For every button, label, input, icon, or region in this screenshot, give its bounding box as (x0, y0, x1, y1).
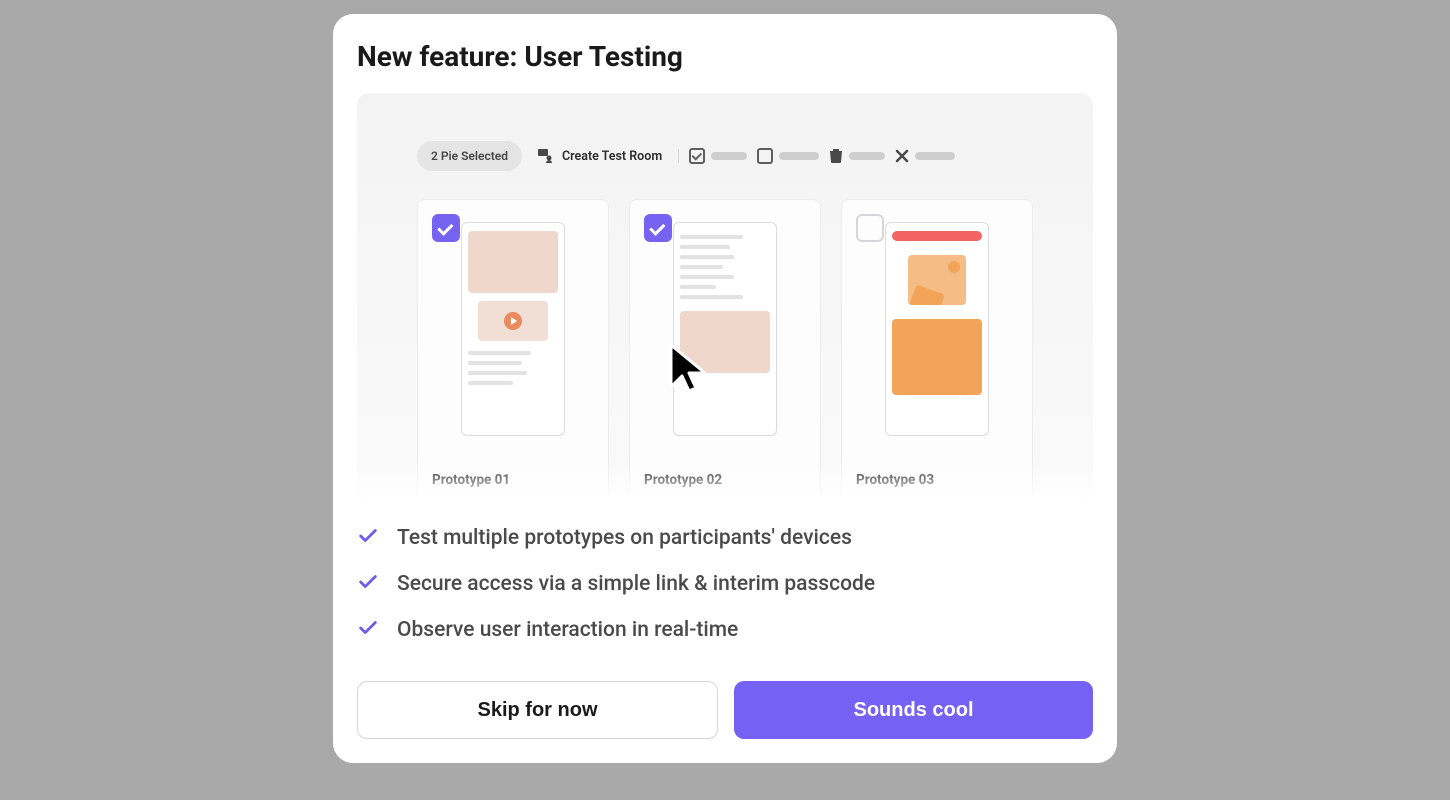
confirm-button[interactable]: Sounds cool (734, 681, 1093, 739)
trash-icon (829, 148, 843, 164)
close-icon (895, 149, 909, 163)
feature-bullet: Secure access via a simple link & interi… (357, 571, 1093, 597)
checkbox-checked-icon (689, 148, 705, 164)
card-checkbox-icon (856, 214, 884, 242)
feature-bullet-text: Secure access via a simple link & interi… (397, 572, 875, 596)
feature-bullet-list: Test multiple prototypes on participants… (357, 525, 1093, 643)
illustration-panel: 2 Pie Selected Create Test Room (357, 93, 1093, 501)
create-test-room-action: Create Test Room (532, 149, 668, 164)
placeholder-bar (915, 152, 955, 160)
skip-button[interactable]: Skip for now (357, 681, 718, 739)
prototype-preview (842, 200, 1032, 456)
prototype-card-1: Prototype 01 (417, 199, 609, 501)
card-checkbox-selected-icon (432, 214, 460, 242)
toolbar-ghost-checked (689, 148, 747, 164)
feature-announcement-modal: New feature: User Testing 2 Pie Selected… (333, 14, 1117, 763)
placeholder-bar (849, 152, 885, 160)
illustration-fade (357, 461, 1093, 501)
check-icon (357, 617, 379, 643)
feature-bullet-text: Test multiple prototypes on participants… (397, 526, 852, 550)
checkbox-icon (757, 148, 773, 164)
placeholder-bar (779, 152, 819, 160)
prototype-canvas (461, 222, 565, 436)
feature-bullet: Test multiple prototypes on participants… (357, 525, 1093, 551)
modal-actions: Skip for now Sounds cool (357, 681, 1093, 739)
prototype-card-2: Prototype 02 (629, 199, 821, 501)
prototype-preview (418, 200, 608, 456)
prototype-canvas (885, 222, 989, 436)
prototype-canvas (673, 222, 777, 436)
create-test-room-label: Create Test Room (562, 149, 662, 164)
modal-title: New feature: User Testing (357, 40, 1093, 73)
presenter-icon (538, 149, 556, 163)
toolbar-divider (678, 149, 679, 163)
feature-bullet: Observe user interaction in real-time (357, 617, 1093, 643)
check-icon (357, 571, 379, 597)
prototype-card-3: Prototype 03 (841, 199, 1033, 501)
card-checkbox-selected-icon (644, 214, 672, 242)
toolbar-ghost-close (895, 149, 955, 163)
toolbar-ghost-unchecked (757, 148, 819, 164)
placeholder-bar (711, 152, 747, 160)
toolbar-ghost-trash (829, 148, 885, 164)
prototype-preview (630, 200, 820, 456)
check-icon (357, 525, 379, 551)
prototype-card-row: Prototype 01 (357, 171, 1093, 501)
illustration-toolbar: 2 Pie Selected Create Test Room (357, 93, 1093, 171)
play-icon (504, 312, 522, 330)
selection-chip: 2 Pie Selected (417, 141, 522, 171)
feature-bullet-text: Observe user interaction in real-time (397, 618, 738, 642)
